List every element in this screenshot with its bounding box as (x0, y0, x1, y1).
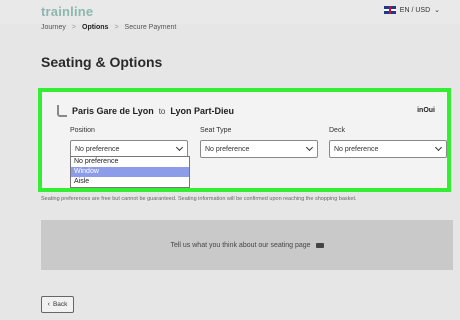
chevron-down-icon (434, 143, 443, 152)
seat-type-label: Seat Type (200, 127, 232, 134)
breadcrumb: Journey > Options > Secure Payment (41, 24, 176, 31)
breadcrumb-separator: > (114, 24, 119, 31)
back-button[interactable]: ‹ Back (41, 296, 74, 313)
trainline-logo[interactable]: trainline (41, 4, 93, 19)
seat-icon (57, 105, 67, 117)
breadcrumb-separator: > (71, 24, 76, 31)
operator-logo: inOui (417, 107, 435, 114)
destination-station: Lyon Part-Dieu (170, 106, 235, 116)
feedback-text: Tell us what you think about our seating… (170, 241, 311, 249)
feedback-banner[interactable]: Tell us what you think about our seating… (41, 220, 453, 270)
chevron-left-icon: ‹ (47, 301, 50, 308)
seat-type-value: No preference (205, 146, 250, 153)
page-title: Seating & Options (41, 54, 163, 70)
position-dropdown-list: No preference Window Aisle (70, 156, 190, 188)
breadcrumb-secure-payment: Secure Payment (124, 24, 177, 31)
seat-type-select[interactable]: No preference (200, 140, 318, 158)
seating-note: Seating preferences are free but cannot … (41, 196, 357, 202)
option-window[interactable]: Window (71, 167, 189, 177)
chevron-down-icon: ⌄ (434, 7, 440, 14)
top-bar: trainline EN / USD ⌄ (0, 0, 460, 24)
option-aisle[interactable]: Aisle (71, 177, 189, 187)
chevron-down-icon (305, 143, 314, 152)
chat-icon (315, 242, 324, 248)
deck-label: Deck (329, 127, 345, 134)
back-label: Back (52, 301, 68, 308)
seating-card: Paris Gare de Lyon to Lyon Part-Dieu inO… (38, 88, 451, 192)
uk-flag-icon (383, 6, 396, 14)
locale-label: EN / USD (399, 6, 431, 14)
chevron-down-icon (175, 143, 184, 152)
origin-station: Paris Gare de Lyon (72, 106, 154, 116)
option-no-preference[interactable]: No preference (71, 157, 189, 167)
locale-selector[interactable]: EN / USD ⌄ (383, 6, 440, 14)
deck-value: No preference (334, 146, 379, 153)
position-value: No preference (75, 146, 120, 153)
position-label: Position (70, 127, 95, 134)
journey-route: Paris Gare de Lyon to Lyon Part-Dieu (57, 105, 234, 117)
deck-select[interactable]: No preference (329, 140, 447, 158)
route-connector: to (158, 106, 166, 116)
breadcrumb-options: Options (82, 24, 109, 31)
breadcrumb-journey[interactable]: Journey (41, 24, 66, 31)
